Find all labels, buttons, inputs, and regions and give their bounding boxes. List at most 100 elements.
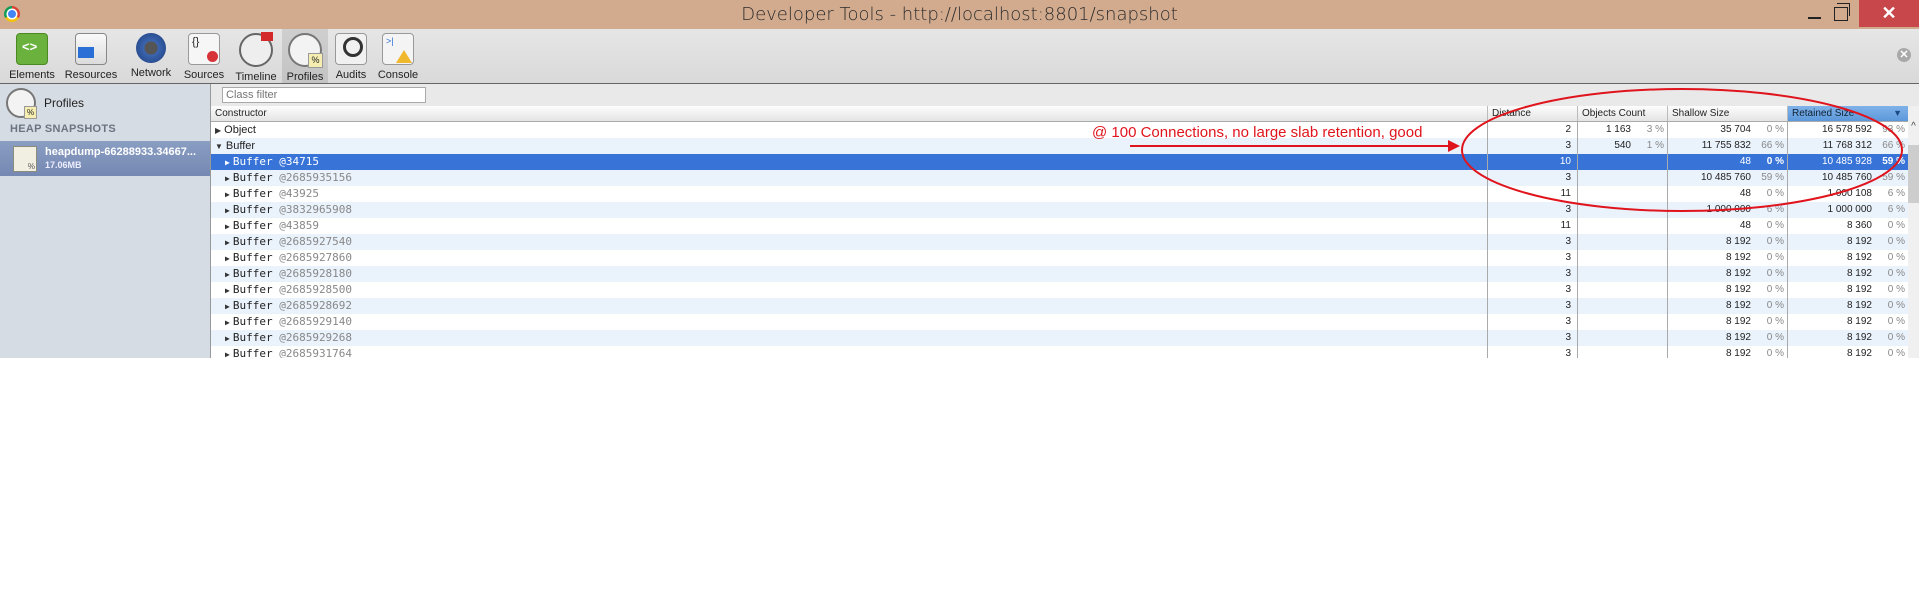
collapsed-triangle-icon[interactable]: ▶ [225, 270, 230, 279]
table-header: Constructor Distance Objects Count Shall… [211, 106, 1908, 122]
table-row[interactable]: ▶ Buffer @3832965908 3 1 000 000 6 % 1 000 00… [211, 202, 1908, 218]
distance-cell: 11 [1488, 186, 1578, 202]
scroll-up-icon[interactable]: ^ [1908, 122, 1919, 132]
retained-size-value: 8 192 [1846, 252, 1872, 263]
distance-cell: 3 [1488, 266, 1578, 282]
column-retained-size[interactable]: Retained Size ▼ [1788, 106, 1908, 121]
expanded-triangle-icon[interactable]: ▼ [215, 142, 223, 151]
column-shallow-size[interactable]: Shallow Size [1668, 106, 1788, 121]
tab-profiles[interactable]: Profiles [282, 29, 328, 83]
tab-label: Elements [9, 69, 55, 81]
collapsed-triangle-icon[interactable]: ▶ [215, 126, 221, 135]
collapsed-triangle-icon[interactable]: ▶ [225, 238, 230, 247]
retained-size-percent: 93 % [1882, 124, 1905, 135]
retained-size-cell: 8 192 0 % [1788, 314, 1908, 330]
constructor-name: Buffer [232, 219, 273, 232]
shallow-size-cell: 8 192 0 % [1668, 346, 1788, 358]
constructor-cell: ▶ Buffer @2685931764 [211, 346, 1488, 358]
constructor-name: Buffer [232, 171, 273, 184]
distance-cell: 11 [1488, 218, 1578, 234]
collapsed-triangle-icon[interactable]: ▶ [225, 302, 230, 311]
retained-size-percent: 0 % [1887, 236, 1905, 247]
collapsed-triangle-icon[interactable]: ▶ [225, 254, 230, 263]
profiles-sidebar: Profiles HEAP SNAPSHOTS heapdump-6628893… [0, 84, 211, 358]
table-row[interactable]: ▶ Buffer @2685927540 3 8 192 0 % 8 192 0 % [211, 234, 1908, 250]
constructor-cell: ▶ Buffer @2685929140 [211, 314, 1488, 330]
table-row[interactable]: ▼ Buffer 3 540 1 % 11 755 832 66 % 11 768 312 6… [211, 138, 1908, 154]
collapsed-triangle-icon[interactable]: ▶ [225, 190, 230, 199]
table-row[interactable]: ▶ Buffer @2685927860 3 8 192 0 % 8 192 0 % [211, 250, 1908, 266]
tab-label: Sources [183, 69, 225, 81]
collapsed-triangle-icon[interactable]: ▶ [225, 350, 230, 358]
table-row[interactable]: ▶ Buffer @2685928692 3 8 192 0 % 8 192 0 % [211, 298, 1908, 314]
column-constructor[interactable]: Constructor [211, 106, 1488, 121]
distance-cell: 10 [1488, 154, 1578, 170]
table-row[interactable]: ▶ Buffer @2685935156 3 10 485 760 59 % 10 485… [211, 170, 1908, 186]
constructor-name: Buffer [232, 267, 273, 280]
table-row[interactable]: ▶ Buffer @2685931764 3 8 192 0 % 8 192 0 % [211, 346, 1908, 358]
shallow-size-value: 48 [1739, 220, 1751, 231]
profiles-icon [288, 33, 323, 68]
shallow-size-value: 1 000 000 [1706, 204, 1752, 215]
table-row[interactable]: ▶ Object 2 1 163 3 % 35 704 0 % 16 578 592 93 % [211, 122, 1908, 138]
tab-elements[interactable]: Elements [6, 29, 58, 83]
tab-label: Resources [64, 69, 118, 81]
tab-network[interactable]: Network [124, 29, 178, 83]
tab-sources[interactable]: Sources [180, 29, 228, 83]
retained-size-percent: 59 % [1882, 172, 1905, 183]
distance-cell: 3 [1488, 346, 1578, 358]
table-row[interactable]: ▶ Buffer @43925 11 48 0 % 1 000 108 6 % [211, 186, 1908, 202]
tab-audits[interactable]: Audits [331, 29, 371, 83]
constructor-name: Buffer [232, 187, 273, 200]
vertical-scrollbar[interactable]: ^ [1908, 106, 1919, 358]
column-objects-count[interactable]: Objects Count [1578, 106, 1668, 121]
devtools-toolbar: Elements Resources Network Sources Timel… [0, 29, 1919, 84]
shallow-size-value: 8 192 [1725, 268, 1751, 279]
object-address: @2685929268 [279, 331, 353, 344]
elements-icon [16, 33, 48, 65]
shallow-size-value: 48 [1739, 188, 1751, 199]
table-row[interactable]: ▶ Buffer @2685928500 3 8 192 0 % 8 192 0 % [211, 282, 1908, 298]
tab-timeline[interactable]: Timeline [232, 29, 280, 83]
sidebar-item-heap-snapshot[interactable]: heapdump-66288933.34667... 17.06MB [0, 141, 210, 176]
heap-snapshot-icon [13, 146, 37, 172]
shallow-size-cell: 1 000 000 6 % [1668, 202, 1788, 218]
distance-cell: 2 [1488, 122, 1578, 138]
collapsed-triangle-icon[interactable]: ▶ [225, 286, 230, 295]
maximize-button[interactable] [1818, 0, 1863, 27]
shallow-size-percent: 0 % [1766, 124, 1784, 135]
shallow-size-percent: 0 % [1766, 156, 1784, 167]
close-window-button[interactable]: ✕ [1859, 0, 1919, 27]
constructor-name: Buffer [232, 283, 273, 296]
shallow-size-value: 8 192 [1725, 348, 1751, 358]
table-row[interactable]: ▶ Buffer @43859 11 48 0 % 8 360 0 % [211, 218, 1908, 234]
retained-size-value: 8 192 [1846, 316, 1872, 327]
collapsed-triangle-icon[interactable]: ▶ [225, 334, 230, 343]
table-row[interactable]: ▶ Buffer @2685929140 3 8 192 0 % 8 192 0 % [211, 314, 1908, 330]
table-row[interactable]: ▶ Buffer @2685929268 3 8 192 0 % 8 192 0 % [211, 330, 1908, 346]
object-address: @43925 [279, 187, 319, 200]
objects-count-cell [1578, 170, 1668, 186]
scroll-thumb[interactable] [1908, 145, 1919, 203]
class-filter-input[interactable] [222, 87, 426, 103]
distance-cell: 3 [1488, 298, 1578, 314]
collapsed-triangle-icon[interactable]: ▶ [225, 174, 230, 183]
collapsed-triangle-icon[interactable]: ▶ [225, 318, 230, 327]
sort-descending-icon: ▼ [1893, 108, 1902, 118]
collapsed-triangle-icon[interactable]: ▶ [225, 158, 230, 167]
table-row[interactable]: ▶ Buffer @34715 10 48 0 % 10 485 928 59 % [211, 154, 1908, 170]
filter-bar [211, 84, 1919, 107]
retained-size-value: 11 768 312 [1822, 140, 1872, 151]
retained-size-percent: 66 % [1882, 140, 1905, 151]
retained-size-cell: 8 192 0 % [1788, 330, 1908, 346]
close-devtools-button[interactable]: ✕ [1897, 48, 1911, 62]
collapsed-triangle-icon[interactable]: ▶ [225, 222, 230, 231]
tab-resources[interactable]: Resources [62, 29, 120, 83]
sources-icon [188, 33, 220, 65]
tab-console[interactable]: Console [375, 29, 421, 83]
table-body: ▶ Object 21 163 3 % 35 704 0 % 16 578 592 93 %… [211, 122, 1908, 358]
table-row[interactable]: ▶ Buffer @2685928180 3 8 192 0 % 8 192 0 % [211, 266, 1908, 282]
column-distance[interactable]: Distance [1488, 106, 1578, 121]
collapsed-triangle-icon[interactable]: ▶ [225, 206, 230, 215]
sidebar-profiles-header[interactable]: Profiles [6, 88, 84, 119]
